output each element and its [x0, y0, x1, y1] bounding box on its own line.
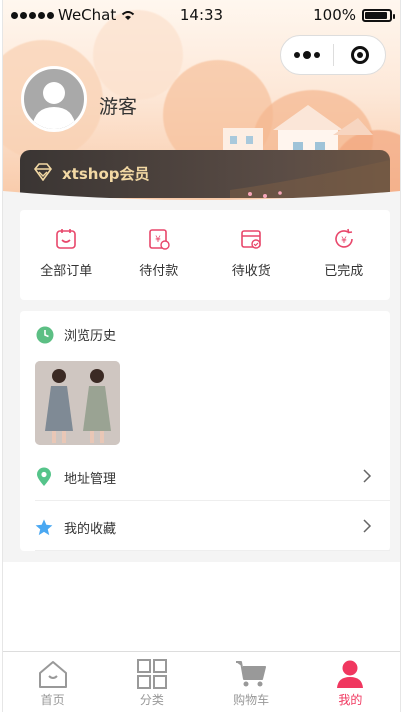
pending-payment-icon: ¥ — [148, 229, 170, 250]
row-divider — [35, 500, 390, 501]
chevron-right-icon — [363, 469, 372, 483]
member-label: xtshop会员 — [62, 165, 150, 183]
page-bottom-area — [3, 562, 400, 652]
tab-cart-label: 购物车 — [233, 693, 270, 707]
favorites-label: 我的收藏 — [64, 521, 117, 537]
row-divider — [35, 550, 390, 551]
favorites-row[interactable]: 我的收藏 — [20, 503, 390, 551]
history-card: 浏览历史 地址管理 我的收藏 — [20, 311, 390, 551]
battery-icon — [362, 8, 395, 22]
username[interactable]: 游客 — [99, 92, 137, 119]
miniprogram-capsule — [280, 35, 386, 75]
completed-button[interactable]: ¥ 已完成 — [298, 210, 391, 300]
completed-label: 已完成 — [324, 264, 364, 279]
pending-receipt-button[interactable]: 待收货 — [205, 210, 298, 300]
chevron-right-icon — [363, 519, 372, 533]
target-icon — [350, 46, 369, 64]
tab-category[interactable]: 分类 — [102, 652, 201, 712]
history-title: 浏览历史 — [64, 329, 117, 344]
tab-home[interactable]: 首页 — [3, 652, 102, 712]
tab-home-label: 首页 — [40, 693, 65, 707]
cart-icon — [236, 661, 267, 687]
address-management-label: 地址管理 — [64, 471, 117, 487]
tab-profile[interactable]: 我的 — [301, 652, 400, 712]
home-icon — [38, 661, 67, 688]
completed-icon: ¥ — [334, 228, 353, 248]
pending-receipt-label: 待收货 — [231, 264, 271, 279]
battery-group: 100% — [313, 6, 395, 24]
clock-icon — [36, 326, 54, 343]
history-product-thumbnail[interactable] — [35, 361, 120, 445]
order-all-label: 全部订单 — [40, 264, 93, 279]
tab-bar: 首页 分类 购物车 我的 — [3, 651, 400, 712]
battery-percent: 100% — [313, 6, 356, 24]
dress-product-image — [35, 361, 120, 445]
diamond-icon — [33, 163, 53, 181]
svg-text:¥: ¥ — [155, 235, 161, 245]
status-bar: WeChat 14:33 100% — [3, 0, 400, 32]
default-avatar-icon — [32, 82, 76, 129]
orders-card: 全部订单 ¥ 待付款 待收货 ¥ 已完成 — [20, 210, 390, 300]
avatar[interactable] — [21, 66, 87, 132]
category-icon — [136, 659, 167, 689]
app-frame: WeChat 14:33 100% 游客 xtshop会员 全部订单 ¥ 待付款… — [2, 0, 401, 712]
location-pin-icon — [37, 467, 51, 486]
history-header: 浏览历史 — [36, 325, 116, 344]
profile-icon — [337, 660, 364, 688]
close-miniprogram-button[interactable] — [334, 46, 385, 64]
more-menu-button[interactable] — [281, 50, 333, 59]
pending-receipt-icon — [241, 230, 262, 249]
pending-payment-button[interactable]: ¥ 待付款 — [113, 210, 206, 300]
order-all-button[interactable]: 全部订单 — [20, 210, 113, 300]
svg-text:¥: ¥ — [341, 236, 347, 246]
address-management-row[interactable]: 地址管理 — [20, 453, 390, 501]
star-icon — [35, 518, 53, 535]
tab-cart[interactable]: 购物车 — [202, 652, 301, 712]
tab-profile-label: 我的 — [338, 693, 363, 707]
tab-category-label: 分类 — [139, 693, 164, 707]
order-all-icon — [56, 229, 77, 249]
pending-payment-label: 待付款 — [139, 264, 179, 279]
